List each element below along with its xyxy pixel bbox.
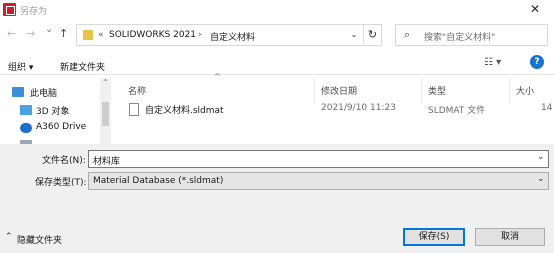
address-overflow[interactable]: « xyxy=(98,30,104,40)
sidebar-scroll-thumb[interactable] xyxy=(102,102,109,126)
filetype-label: 保存类型(T): xyxy=(35,178,87,188)
back-arrow-icon[interactable]: ← xyxy=(7,27,16,40)
sidebar-scrollbar[interactable]: ⌃ xyxy=(100,78,111,144)
breadcrumb-solidworks[interactable]: SOLIDWORKS 2021 xyxy=(109,30,196,40)
column-header-type[interactable]: 类型 xyxy=(428,84,446,97)
sidebar-item-a360-drive[interactable]: A360 Drive xyxy=(36,122,86,132)
column-header-name[interactable]: 名称 xyxy=(128,84,146,97)
search-icon: ⌕ xyxy=(404,28,411,41)
file-icon xyxy=(129,103,139,116)
search-box[interactable]: ⌕ 搜索"自定义材料" xyxy=(395,24,548,46)
up-arrow-icon[interactable]: ↑ xyxy=(59,27,68,40)
sidebar-item-this-pc[interactable]: 此电脑 xyxy=(30,86,57,99)
filename-value: 材料库 xyxy=(93,157,121,167)
window-title: 另存为 xyxy=(20,7,48,17)
sort-indicator-icon: ^ xyxy=(214,72,221,81)
computer-icon xyxy=(12,87,24,97)
title-bar: 另存为 ✕ xyxy=(0,0,554,20)
column-header-size[interactable]: 大小 xyxy=(516,84,534,97)
sidebar-item-3d-objects[interactable]: 3D 对象 xyxy=(36,104,70,117)
organize-menu[interactable]: 组织 ▾ xyxy=(8,60,33,73)
file-name[interactable]: 自定义材料.sldmat xyxy=(145,103,224,116)
navigation-pane: 此电脑 3D 对象 A360 Drive xyxy=(0,78,112,144)
filetype-value: Material Database (*.sldmat) xyxy=(93,176,224,186)
chevron-down-icon[interactable]: ⌄ xyxy=(537,152,545,162)
cancel-button[interactable]: 取消 xyxy=(475,228,545,246)
toolbar-divider xyxy=(0,74,554,75)
breadcrumb-separator: › xyxy=(198,30,202,40)
file-size: 14 xyxy=(541,103,553,113)
hide-folders-button[interactable]: 隐藏文件夹 xyxy=(17,233,62,246)
file-date: 2021/9/10 11:23 xyxy=(321,103,396,113)
solidworks-app-icon xyxy=(3,3,16,16)
column-header-date[interactable]: 修改日期 xyxy=(321,84,357,97)
3d-objects-icon xyxy=(20,105,32,115)
chevron-down-icon[interactable]: ⌄ xyxy=(537,174,545,184)
filename-field[interactable]: 材料库 ⌄ xyxy=(88,150,549,168)
chevron-up-icon[interactable]: ⌃ xyxy=(5,232,13,242)
address-dropdown-icon[interactable]: ⌄ xyxy=(345,25,363,45)
search-placeholder: 搜索"自定义材料" xyxy=(424,33,496,43)
filename-label: 文件名(N): xyxy=(42,156,86,166)
recent-locations-icon[interactable]: ⌄ xyxy=(45,24,53,35)
a360-drive-icon xyxy=(20,123,32,133)
new-folder-button[interactable]: 新建文件夹 xyxy=(60,60,105,73)
refresh-icon[interactable]: ↻ xyxy=(363,25,381,45)
filetype-select[interactable]: Material Database (*.sldmat) ⌄ xyxy=(88,172,549,190)
scroll-up-icon[interactable]: ⌃ xyxy=(102,78,109,87)
close-icon[interactable]: ✕ xyxy=(530,2,540,16)
footer-bar: ⌃ 隐藏文件夹 保存(S) 取消 xyxy=(0,222,554,253)
address-bar[interactable]: « SOLIDWORKS 2021 › 自定义材料 ⌄ ↻ xyxy=(76,24,382,46)
help-icon[interactable]: ? xyxy=(530,55,544,69)
breadcrumb-custom-materials[interactable]: 自定义材料 xyxy=(210,30,255,43)
forward-arrow-icon[interactable]: → xyxy=(26,27,35,40)
folder-icon xyxy=(83,30,93,40)
file-type: SLDMAT 文件 xyxy=(428,106,486,116)
save-button[interactable]: 保存(S) xyxy=(403,228,465,246)
view-options-icon[interactable]: ☷ ▾ xyxy=(484,57,501,68)
